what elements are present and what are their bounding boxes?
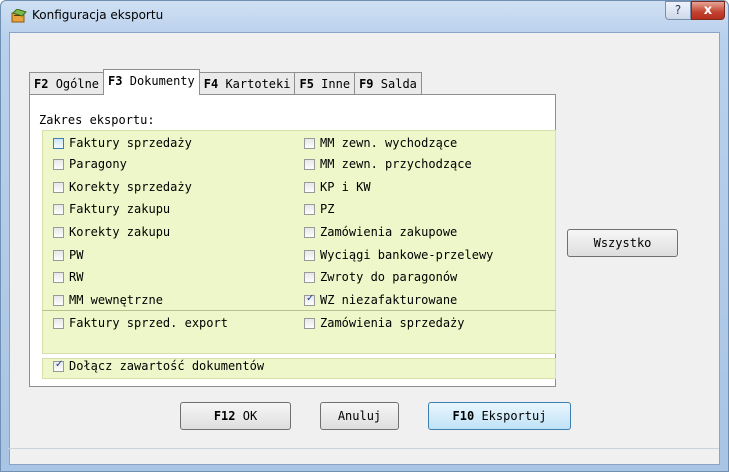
checkbox-label: MM zewn. przychodzące	[320, 157, 472, 171]
checkbox-label: Zamówienia sprzedaży	[320, 316, 465, 330]
tab-bar: F2 Ogólne F3 Dokumenty F4 Kartoteki F5 I…	[29, 69, 422, 95]
checkbox-label: Zamówienia zakupowe	[320, 225, 458, 239]
tab-label: Salda	[380, 77, 417, 91]
tab-key: F3	[108, 74, 123, 88]
checkbox-label: PW	[69, 248, 84, 262]
export-scope-label: Zakres eksportu:	[39, 113, 155, 127]
tab-label: Dokumenty	[129, 74, 195, 88]
title-bar[interactable]: Konfiguracja eksportu ? x	[1, 1, 728, 31]
checkbox-box[interactable]	[304, 138, 315, 149]
export-button[interactable]: F10 Eksportuj	[428, 402, 571, 430]
checkbox-box[interactable]: ✓	[53, 359, 64, 372]
checkbox-label: Wyciągi bankowe-przelewy	[320, 248, 494, 262]
checkbox-box[interactable]	[53, 227, 64, 238]
tab-dokumenty[interactable]: F3 Dokumenty	[103, 69, 200, 95]
close-icon: x	[703, 3, 713, 18]
attach-contents-label: Dołącz zawartość dokumentów	[69, 359, 265, 373]
checkbox-label: Paragony	[69, 157, 127, 171]
checkbox-box[interactable]	[53, 138, 64, 149]
checkbox-label: KP i KW	[320, 180, 371, 194]
ok-key: F12	[213, 409, 236, 423]
checkbox-box[interactable]	[53, 272, 64, 283]
checkbox-box[interactable]	[304, 272, 315, 283]
tab-key: F9	[359, 77, 374, 91]
checkbox-box[interactable]	[304, 204, 315, 215]
select-all-button[interactable]: Wszystko	[567, 229, 678, 257]
export-key: F10	[452, 409, 475, 423]
tab-key: F5	[299, 77, 314, 91]
tab-key: F2	[34, 77, 49, 91]
checkbox-box[interactable]	[53, 318, 64, 329]
checkbox-label: Korekty zakupu	[69, 225, 171, 239]
tab-ogolne[interactable]: F2 Ogólne	[29, 72, 105, 95]
checkbox-label: MM wewnętrzne	[69, 293, 163, 307]
tab-key: F4	[203, 77, 219, 91]
tab-label: Kartoteki	[225, 77, 291, 91]
checkbox-box[interactable]	[304, 159, 315, 170]
checkbox-box[interactable]	[53, 159, 64, 170]
checkbox-box[interactable]	[53, 295, 64, 306]
checkbox-box[interactable]	[304, 182, 315, 193]
status-strip	[8, 448, 719, 449]
checkbox-box[interactable]	[53, 204, 64, 215]
checkmark-icon: ✓	[306, 293, 315, 304]
tab-label: Ogólne	[55, 77, 100, 91]
app-icon	[11, 9, 27, 23]
checkbox-label: Zwroty do paragonów	[320, 270, 458, 284]
export-label: Eksportuj	[481, 409, 547, 423]
tab-salda[interactable]: F9 Salda	[354, 72, 422, 95]
checkmark-icon: ✓	[55, 359, 64, 370]
checkbox-label: Faktury sprzedaży	[69, 136, 192, 150]
checkbox-box[interactable]: ✓	[304, 293, 315, 306]
checkbox-box[interactable]	[53, 182, 64, 193]
window-title: Konfiguracja eksportu	[32, 8, 164, 22]
checkbox-label: Faktury zakupu	[69, 202, 171, 216]
tab-inne[interactable]: F5 Inne	[294, 72, 356, 95]
checkbox-box[interactable]	[304, 250, 315, 261]
checkbox-label: WZ niezafakturowane	[320, 293, 458, 307]
tab-label: Inne	[321, 77, 351, 91]
checkbox-label: Korekty sprzedaży	[69, 180, 192, 194]
tab-kartoteki[interactable]: F4 Kartoteki	[198, 72, 296, 95]
divider	[42, 310, 556, 311]
ok-label: OK	[242, 409, 258, 423]
help-button[interactable]: ?	[665, 1, 691, 20]
checkbox-label: MM zewn. wychodzące	[320, 136, 458, 150]
checkbox-label: Faktury sprzed. export	[69, 316, 228, 330]
checkbox-box[interactable]	[53, 250, 64, 261]
ok-button[interactable]: F12 OK	[180, 402, 291, 430]
checkbox-box[interactable]	[304, 318, 315, 329]
cancel-button[interactable]: Anuluj	[320, 402, 399, 430]
close-button[interactable]: x	[691, 1, 725, 20]
checkbox-label: RW	[69, 270, 84, 284]
checkbox-box[interactable]	[304, 227, 315, 238]
checkbox-label: PZ	[320, 202, 335, 216]
